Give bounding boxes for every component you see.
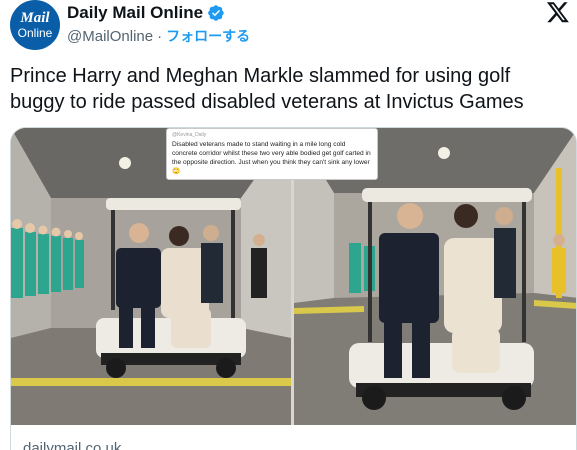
tweet-text: Prince Harry and Meghan Markle slammed f… xyxy=(10,65,524,113)
embedded-caption-handle: @Kevina_Daily xyxy=(172,132,207,138)
embedded-caption: @Kevina_Daily Disabled veterans made to … xyxy=(166,128,378,180)
follow-button[interactable]: フォローする xyxy=(166,26,250,46)
link-domain[interactable]: dailymail.co.uk xyxy=(23,440,121,450)
separator-dot: · xyxy=(157,27,163,45)
verified-badge-icon xyxy=(208,5,224,21)
handle[interactable]: @MailOnline xyxy=(67,28,153,45)
name-row: Daily Mail Online xyxy=(67,2,225,24)
media-card[interactable]: @Kevina_Daily Disabled veterans made to … xyxy=(10,127,577,450)
media-image[interactable]: @Kevina_Daily Disabled veterans made to … xyxy=(11,128,576,425)
avatar-text-top: Mail xyxy=(20,9,50,26)
x-logo-icon[interactable] xyxy=(546,0,570,24)
embedded-caption-text: Disabled veterans made to stand waiting … xyxy=(172,141,371,175)
handle-row: @MailOnline · フォローする xyxy=(67,26,250,46)
avatar[interactable]: Mail Online xyxy=(10,0,60,50)
display-name[interactable]: Daily Mail Online xyxy=(67,3,203,23)
tweet-header: Mail Online Daily Mail Online @MailOnlin… xyxy=(10,0,570,50)
avatar-text-bottom: Online xyxy=(17,25,53,40)
